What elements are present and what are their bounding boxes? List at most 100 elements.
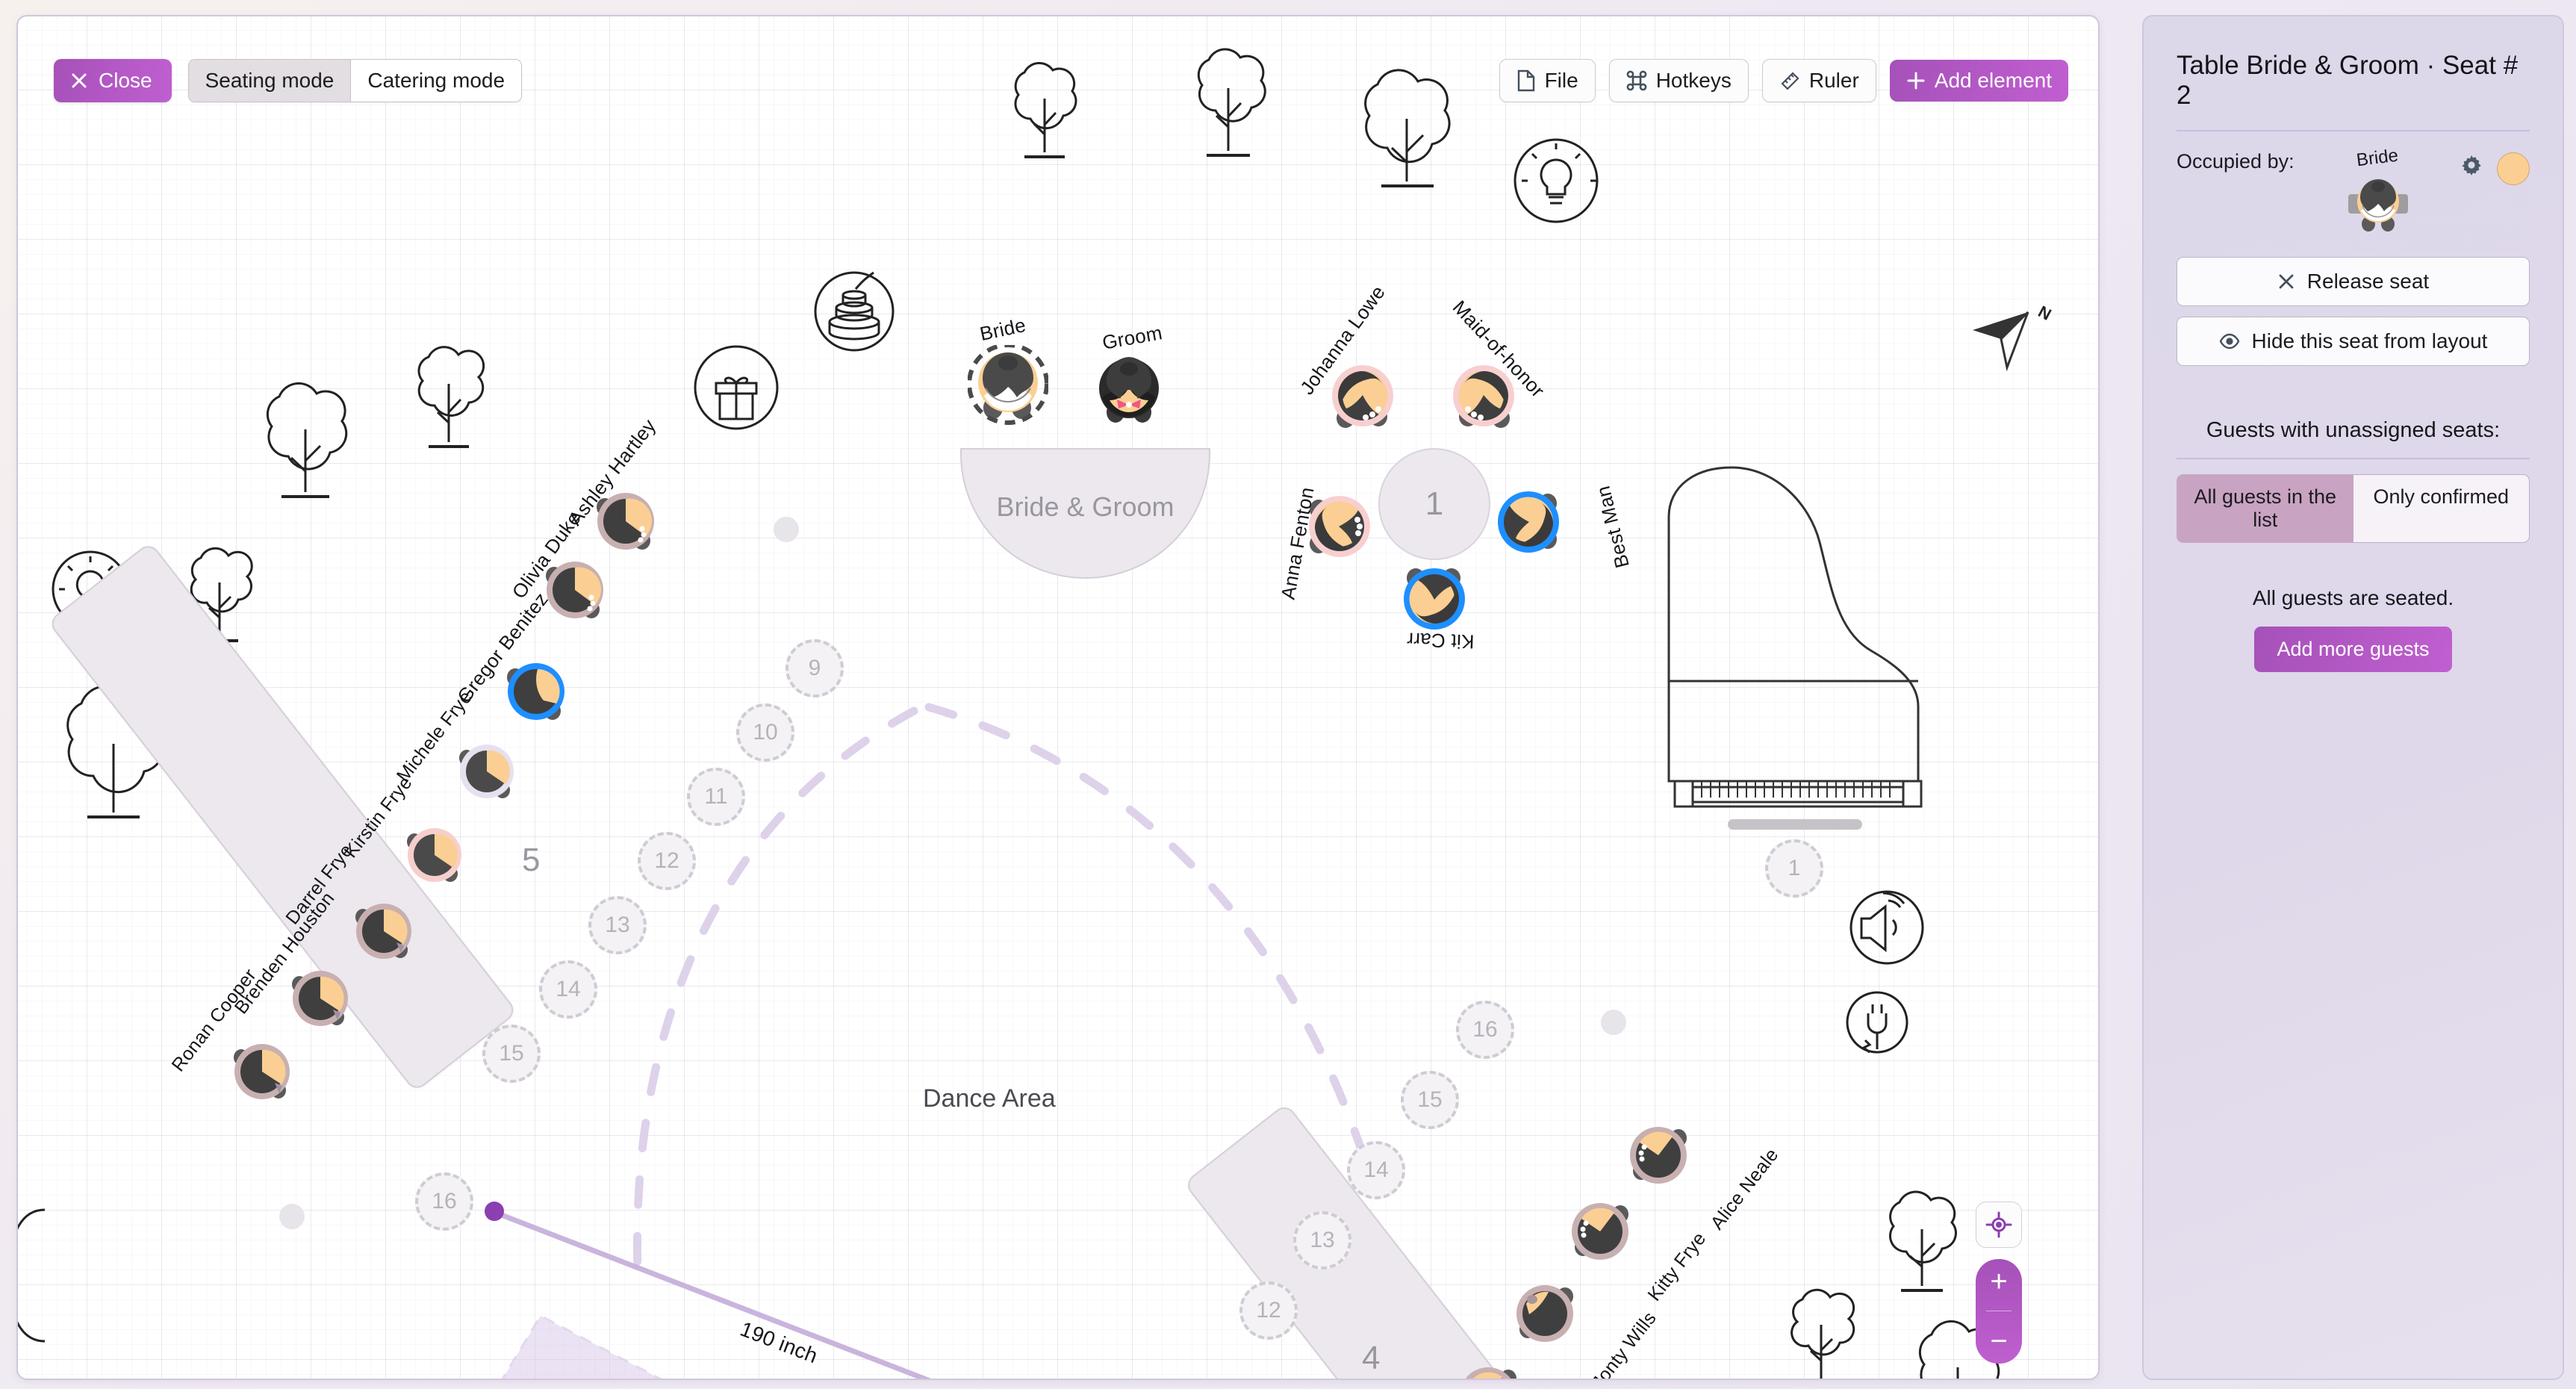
zoom-controls[interactable]: + − (1976, 1259, 2022, 1364)
compass-icon: N (1967, 299, 2056, 381)
add-element-button[interactable]: Add element (1889, 60, 2068, 102)
seat-ronan-cooper[interactable] (228, 1038, 296, 1105)
tab-catering-mode[interactable]: Catering mode (350, 60, 522, 102)
hotkeys-button-label: Hotkeys (1655, 69, 1732, 92)
seat-details-sidebar: Table Bride & Groom · Seat # 2 Occupied … (2142, 15, 2564, 1380)
filter-only-confirmed[interactable]: Only confirmed (2353, 475, 2529, 542)
decor-dot[interactable] (1601, 1010, 1626, 1035)
piano-bench[interactable] (1728, 819, 1862, 830)
divider (2177, 130, 2530, 131)
dance-area-label: Dance Area (923, 1084, 1056, 1113)
seat-bride[interactable] (968, 345, 1048, 426)
empty-seat-t4-13[interactable]: 13 (1293, 1211, 1351, 1270)
empty-seat-11[interactable]: 11 (687, 768, 745, 826)
release-seat-label: Release seat (2306, 270, 2430, 293)
table-label: 1 (1425, 485, 1444, 522)
seat-kitty-frye[interactable] (1565, 1196, 1635, 1267)
hide-seat-button[interactable]: Hide this seat from layout (2177, 317, 2530, 366)
speaker-icon[interactable] (1842, 883, 1932, 972)
empty-state-note: All guests are seated. (2252, 586, 2454, 609)
seat-brenden-houston[interactable] (287, 965, 354, 1032)
empty-seat-13[interactable]: 13 (588, 896, 647, 954)
cake-icon[interactable] (809, 267, 899, 356)
empty-seat-9[interactable]: 9 (785, 639, 844, 697)
empty-seat-t4-12[interactable]: 12 (1239, 1281, 1298, 1340)
tree-icon[interactable] (1340, 58, 1474, 207)
empty-seat-12[interactable]: 12 (638, 832, 696, 890)
empty-seat-15[interactable]: 15 (482, 1025, 541, 1083)
occupant-actions (2460, 148, 2530, 185)
decor-dot[interactable] (279, 1204, 305, 1229)
command-icon (1626, 70, 1647, 91)
tab-seating-mode[interactable]: Seating mode (188, 60, 351, 102)
ruler-icon (1781, 72, 1799, 90)
occupied-by-row: Occupied by: Bride (2177, 145, 2530, 232)
release-seat-button[interactable]: Release seat (2177, 257, 2530, 306)
seat-alice-neale[interactable] (1623, 1120, 1693, 1190)
avatar (2348, 179, 2408, 232)
seat-johanna-lowe[interactable] (1326, 360, 1401, 435)
left-toolbar: Close Seating mode Catering mode (54, 59, 523, 102)
color-swatch[interactable] (2497, 152, 2530, 185)
measure-angle-fill (501, 1314, 662, 1379)
hotkeys-button[interactable]: Hotkeys (1608, 59, 1749, 102)
seat-jonty-wills[interactable] (1510, 1278, 1580, 1349)
ruler-button-label: Ruler (1808, 69, 1859, 92)
tree-icon[interactable] (242, 371, 369, 513)
table-5-label: 5 (522, 842, 541, 878)
close-icon (2279, 274, 2294, 289)
empty-seat-t4-15[interactable]: 15 (1401, 1071, 1459, 1129)
seat-best-man[interactable] (1493, 485, 1567, 560)
seat-kit-carr[interactable] (1398, 562, 1472, 636)
add-more-guests-button[interactable]: Add more guests (2254, 627, 2452, 672)
ruler-button[interactable]: Ruler (1761, 59, 1876, 102)
add-element-button-label: Add element (1934, 69, 2052, 92)
file-button-label: File (1544, 69, 1578, 92)
decor-dot[interactable] (774, 517, 799, 542)
seat-michele-frye[interactable] (455, 739, 519, 804)
empty-seat-t4-16[interactable]: 16 (1456, 1001, 1514, 1059)
edge-object[interactable] (18, 1204, 63, 1349)
table-1[interactable]: 1 (1378, 448, 1490, 560)
tree-icon[interactable] (996, 54, 1093, 173)
table-4-label: 4 (1362, 1340, 1381, 1376)
app-root: N Dance Area 190 inch Bride & Groom Brid… (0, 0, 2576, 1389)
page-title: Table Bride & Groom · Seat # 2 (2177, 51, 2519, 110)
eye-icon (2219, 333, 2239, 349)
occupant-name: Bride (2355, 145, 2400, 171)
empty-seat-1[interactable]: 1 (1765, 839, 1823, 898)
tree-icon[interactable] (400, 338, 497, 464)
tree-icon[interactable] (1870, 1181, 1974, 1308)
empty-seat-10[interactable]: 10 (736, 703, 794, 762)
hide-seat-label: Hide this seat from layout (2251, 329, 2488, 352)
divider (2177, 458, 2530, 459)
zoom-in-button[interactable]: + (1990, 1267, 2007, 1296)
close-button[interactable]: Close (54, 59, 172, 102)
empty-seat-14[interactable]: 14 (539, 960, 597, 1019)
filter-all-guests[interactable]: All guests in the list (2177, 475, 2353, 542)
mode-switch[interactable]: Seating mode Catering mode (187, 59, 523, 102)
piano-icon[interactable] (1657, 457, 1941, 830)
tree-icon[interactable] (1776, 1278, 1866, 1379)
zoom-out-button[interactable]: − (1990, 1326, 2007, 1356)
seat-gregor-benitez[interactable] (502, 657, 570, 726)
recenter-button[interactable] (1976, 1202, 2022, 1248)
gear-icon[interactable] (2460, 152, 2483, 176)
gift-icon[interactable] (690, 341, 783, 435)
floorplan-canvas[interactable]: N Dance Area 190 inch Bride & Groom Brid… (16, 15, 2100, 1380)
close-icon (72, 73, 87, 88)
tree-icon[interactable] (1175, 39, 1280, 173)
power-outlet-icon[interactable] (1840, 985, 1914, 1060)
file-icon (1517, 69, 1534, 92)
lamp-icon[interactable] (1504, 128, 1608, 233)
empty-seat-t4-14[interactable]: 14 (1347, 1141, 1405, 1199)
plus-icon (1907, 72, 1925, 90)
seat-darrel-frye[interactable] (350, 898, 417, 965)
occupied-by-label: Occupied by: (2177, 150, 2295, 173)
seat-table4-extra[interactable] (1453, 1361, 1523, 1379)
seat-kirstin-frye[interactable] (402, 823, 467, 887)
seat-groom[interactable] (1093, 352, 1166, 426)
guest-filter-switch[interactable]: All guests in the list Only confirmed (2177, 474, 2530, 543)
file-button[interactable]: File (1499, 59, 1596, 102)
empty-seat-16[interactable]: 16 (415, 1172, 473, 1231)
